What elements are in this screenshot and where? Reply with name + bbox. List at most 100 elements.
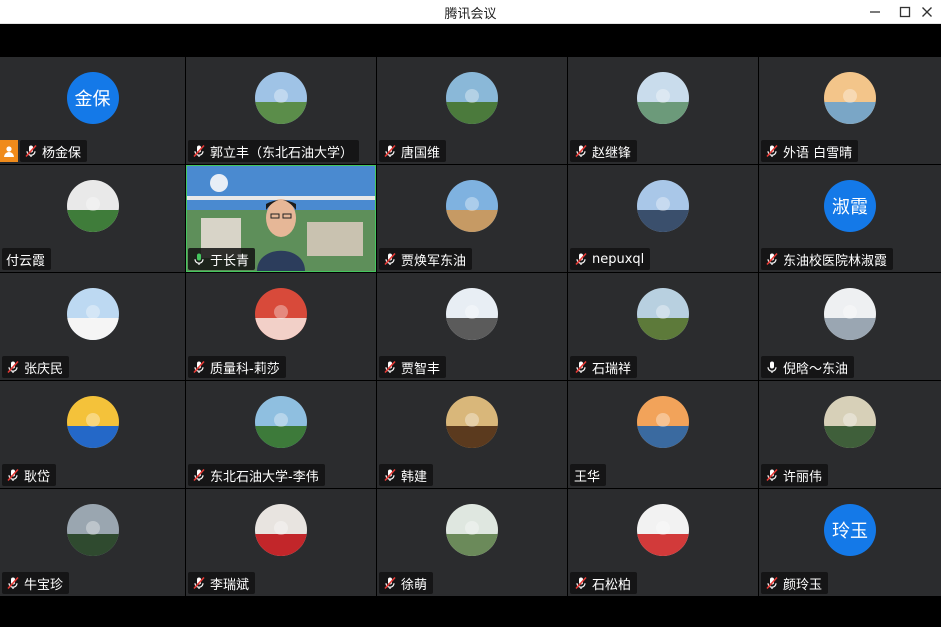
participant-nametag: 于长青 [188,248,256,270]
participant-nametag: 杨金保 [20,140,88,162]
participant-name: 外语 白雪晴 [783,145,853,161]
mic-muted-icon [192,144,210,158]
minimize-icon[interactable] [861,0,889,24]
mic-muted-icon [6,468,24,482]
mic-muted-icon [192,468,210,482]
mic-icon [765,360,783,374]
participant-nametag: 石松柏 [570,572,638,594]
participant-nametag: 唐国维 [379,140,447,162]
participant-name: 许丽伟 [783,469,823,485]
avatar [255,288,307,340]
window-title: 腾讯会议 [444,7,497,22]
participant-name: 杨金保 [42,145,82,161]
mic-muted-icon [574,360,592,374]
participant-name: 石瑞祥 [592,361,632,377]
participant-tile[interactable]: 王华 [568,381,758,488]
participant-name: 质量科-莉莎 [210,361,280,377]
participant-tile[interactable]: 徐萌 [377,489,567,596]
participant-nametag: 东油校医院林淑霞 [761,248,894,270]
mic-muted-icon [574,576,592,590]
participant-nametag: 耿岱 [2,464,57,486]
participant-tile[interactable]: 耿岱 [0,381,185,488]
participant-tile[interactable]: 许丽伟 [759,381,941,488]
participant-name: 石松柏 [592,577,632,593]
participant-nametag: 李瑞斌 [188,572,256,594]
mic-muted-icon [383,468,401,482]
avatar [446,288,498,340]
mic-icon [192,252,210,266]
mic-muted-icon [574,144,592,158]
participant-name: 耿岱 [24,469,51,485]
host-icon [0,140,18,162]
participant-tile[interactable]: 外语 白雪晴 [759,57,941,164]
avatar [255,396,307,448]
participant-tile[interactable]: nepuxql [568,165,758,272]
participant-tile[interactable]: 金保杨金保 [0,57,185,164]
participant-nametag: 贾焕军东油 [379,248,473,270]
avatar [446,396,498,448]
mic-muted-icon [383,360,401,374]
avatar [637,396,689,448]
participant-name: 唐国维 [401,145,441,161]
participant-nametag: 王华 [570,464,607,486]
participant-name: 付云霞 [6,253,46,269]
mic-muted-icon [24,144,42,158]
mic-muted-icon [383,144,401,158]
participant-tile[interactable]: 郭立丰（东北石油大学） [186,57,376,164]
mic-muted-icon [765,144,783,158]
participant-tile[interactable]: 东北石油大学-李伟 [186,381,376,488]
participant-tile[interactable]: 于长青 [186,165,376,272]
participant-tile[interactable]: 质量科-莉莎 [186,273,376,380]
participant-name: 徐萌 [401,577,428,593]
participant-tile[interactable]: 贾焕军东油 [377,165,567,272]
participant-name: 颜玲玉 [783,577,823,593]
participant-nametag: 倪晗～东油 [761,356,855,378]
avatar [66,504,119,556]
mic-muted-icon [765,576,783,590]
top-toolbar-area [0,24,941,57]
participant-nametag: 郭立丰（东北石油大学） [188,140,360,162]
avatar [637,288,689,340]
participant-tile[interactable]: 淑霞东油校医院林淑霞 [759,165,941,272]
avatar [255,72,307,124]
mic-muted-icon [765,468,783,482]
avatar: 玲玉 [824,504,876,556]
avatar: 金保 [66,72,119,124]
participant-name: 韩建 [401,469,428,485]
avatar [446,504,498,556]
avatar [824,288,876,340]
participant-tile[interactable]: 石瑞祥 [568,273,758,380]
avatar: 淑霞 [824,180,876,232]
title-bar: 腾讯会议 [0,0,941,24]
participant-nametag: 张庆民 [2,356,70,378]
participant-tile[interactable]: 石松柏 [568,489,758,596]
participant-tile[interactable]: 张庆民 [0,273,185,380]
participant-tile[interactable]: 玲玉颜玲玉 [759,489,941,596]
participant-tile[interactable]: 李瑞斌 [186,489,376,596]
participant-name: 东油校医院林淑霞 [783,253,888,269]
participant-nametag: 付云霞 [2,248,52,270]
participant-name: 贾焕军东油 [401,253,467,269]
participant-nametag: 石瑞祥 [570,356,638,378]
participant-name: 王华 [574,469,601,485]
participant-tile[interactable]: 牛宝珍 [0,489,185,596]
participant-name: 牛宝珍 [24,577,64,593]
participant-grid: 金保 杨金保 郭立丰（东北石油大学） 唐国维 赵继锋 外语 白雪晴 付云霞 于长青 贾焕军东油 n… [0,57,941,597]
avatar [255,504,307,556]
mic-muted-icon [6,576,24,590]
participant-tile[interactable]: 倪晗～东油 [759,273,941,380]
participant-name: 东北石油大学-李伟 [210,469,319,485]
mic-muted-icon [383,252,401,266]
mic-muted-icon [383,576,401,590]
mic-muted-icon [192,360,210,374]
participant-name: 倪晗～东油 [783,361,849,377]
participant-nametag: 赵继锋 [570,140,638,162]
close-icon[interactable] [913,0,941,24]
participant-tile[interactable]: 唐国维 [377,57,567,164]
avatar [637,180,689,232]
participant-tile[interactable]: 赵继锋 [568,57,758,164]
participant-tile[interactable]: 韩建 [377,381,567,488]
participant-tile[interactable]: 贾智丰 [377,273,567,380]
participant-tile[interactable]: 付云霞 [0,165,185,272]
participant-name: 于长青 [210,253,250,269]
